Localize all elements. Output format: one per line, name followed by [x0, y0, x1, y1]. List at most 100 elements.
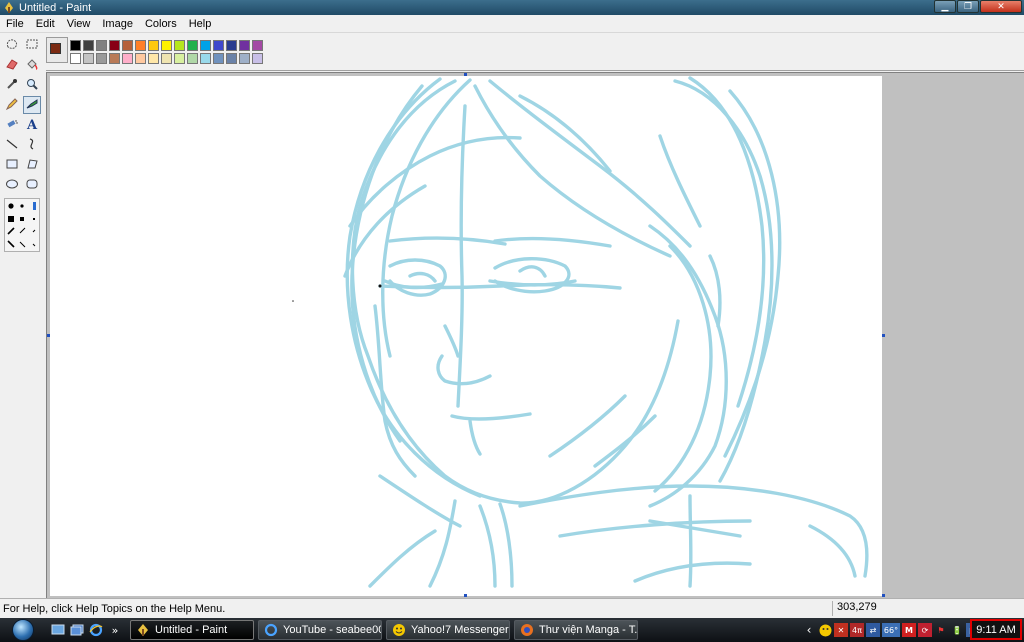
taskbar-youtube[interactable]: YouTube - seabee00... — [258, 620, 382, 640]
palette-swatch[interactable] — [148, 40, 159, 51]
eraser-tool[interactable] — [3, 56, 21, 74]
color-palette — [70, 40, 264, 65]
text-tool[interactable]: A — [23, 116, 41, 134]
messenger-smiley-icon[interactable] — [818, 623, 832, 637]
firefox-icon — [521, 624, 533, 636]
magnifier-tool[interactable] — [23, 76, 41, 94]
pick-color-icon — [5, 77, 19, 94]
brush-icon — [25, 97, 39, 114]
menu-image[interactable]: Image — [96, 18, 139, 30]
palette-swatch[interactable] — [200, 53, 211, 64]
palette-swatch[interactable] — [96, 53, 107, 64]
menu-view[interactable]: View — [61, 18, 97, 30]
palette-swatch[interactable] — [161, 40, 172, 51]
maximize-button[interactable]: ❐ — [957, 0, 979, 13]
fill-tool[interactable] — [23, 56, 41, 74]
polygon-tool[interactable] — [23, 156, 41, 174]
resize-handle[interactable] — [464, 594, 467, 597]
resize-handle[interactable] — [464, 73, 467, 76]
palette-swatch[interactable] — [187, 40, 198, 51]
foreground-color[interactable] — [50, 43, 61, 54]
palette-swatch[interactable] — [70, 53, 81, 64]
palette-swatch[interactable] — [200, 40, 211, 51]
select-icon — [25, 37, 39, 54]
line-tool[interactable] — [3, 136, 21, 154]
palette-swatch[interactable] — [83, 53, 94, 64]
gmail-icon[interactable]: M — [902, 623, 916, 637]
palette-swatch[interactable] — [213, 40, 224, 51]
resize-handle[interactable] — [882, 334, 885, 337]
menu-edit[interactable]: Edit — [30, 18, 61, 30]
flag-icon[interactable]: ⚑ — [934, 623, 948, 637]
palette-swatch[interactable] — [109, 53, 120, 64]
line-icon — [5, 137, 19, 154]
airbrush-tool[interactable] — [3, 116, 21, 134]
sync-icon[interactable]: ⟳ — [918, 623, 932, 637]
palette-swatch[interactable] — [213, 53, 224, 64]
clock[interactable]: 9:11 AM — [970, 619, 1022, 640]
palette-swatch[interactable] — [109, 40, 120, 51]
brush-shape-options[interactable] — [4, 198, 40, 252]
start-button[interactable] — [4, 618, 42, 642]
current-colors[interactable] — [46, 37, 68, 63]
free-form-select-tool[interactable] — [3, 36, 21, 54]
maximize-icon: ❐ — [963, 1, 973, 12]
palette-swatch[interactable] — [187, 53, 198, 64]
eraser-icon — [5, 57, 19, 74]
palette-swatch[interactable] — [252, 53, 263, 64]
palette-swatch[interactable] — [226, 40, 237, 51]
pencil-icon — [5, 97, 19, 114]
taskbar-paint[interactable]: Untitled - Paint — [130, 620, 254, 640]
antivirus-icon[interactable]: ✕ — [834, 623, 848, 637]
minimize-button[interactable]: ▁ — [934, 0, 956, 13]
select-tool[interactable] — [23, 36, 41, 54]
show-desktop-icon[interactable] — [50, 622, 66, 638]
palette-swatch[interactable] — [161, 53, 172, 64]
resize-handle[interactable] — [882, 594, 885, 597]
menu-file[interactable]: File — [0, 18, 30, 30]
palette-swatch[interactable] — [239, 40, 250, 51]
palette-swatch[interactable] — [252, 40, 263, 51]
pick-color-tool[interactable] — [3, 76, 21, 94]
internet-explorer-icon[interactable] — [88, 622, 104, 638]
palette-swatch[interactable] — [174, 40, 185, 51]
power-icon[interactable]: 🔋 — [950, 623, 964, 637]
palette-swatch[interactable] — [135, 53, 146, 64]
palette-swatch[interactable] — [226, 53, 237, 64]
cursor-coordinates: 303,279 — [832, 601, 928, 616]
window-title: Untitled - Paint — [19, 1, 92, 14]
resize-handle[interactable] — [47, 334, 50, 337]
close-button[interactable]: ✕ — [980, 0, 1022, 13]
title-bar[interactable]: Untitled - Paint ▁ ❐ ✕ — [0, 0, 1024, 15]
palette-swatch[interactable] — [239, 53, 250, 64]
weather-icon[interactable]: 66° — [882, 623, 900, 637]
switch-windows-icon[interactable] — [69, 622, 85, 638]
curve-tool[interactable] — [23, 136, 41, 154]
palette-swatch[interactable] — [83, 40, 94, 51]
palette-swatch[interactable] — [148, 53, 159, 64]
free-form-select-icon — [5, 37, 19, 54]
rounded-rectangle-tool[interactable] — [23, 176, 41, 194]
text-icon: A — [26, 117, 38, 133]
palette-swatch[interactable] — [122, 53, 133, 64]
palette-swatch[interactable] — [135, 40, 146, 51]
palette-swatch[interactable] — [122, 40, 133, 51]
menu-help[interactable]: Help — [183, 18, 218, 30]
pencil-tool[interactable] — [3, 96, 21, 114]
tray-expand-icon[interactable]: ‹ — [802, 623, 816, 637]
taskbar-manga[interactable]: Thư viện Manga - T... — [514, 620, 638, 640]
palette-swatch[interactable] — [70, 40, 81, 51]
brush-tool[interactable] — [23, 96, 41, 114]
paint-window: Untitled - Paint ▁ ❐ ✕ File Edit View Im… — [0, 0, 1024, 618]
paint-app-icon — [4, 2, 14, 13]
network-status-icon[interactable]: ⇄ — [866, 623, 880, 637]
antivirus-status-icon[interactable]: 4π — [850, 623, 864, 637]
drawing-canvas[interactable] — [47, 73, 885, 597]
menu-colors[interactable]: Colors — [139, 18, 183, 30]
ellipse-tool[interactable] — [3, 176, 21, 194]
palette-swatch[interactable] — [174, 53, 185, 64]
palette-swatch[interactable] — [96, 40, 107, 51]
taskbar-messenger[interactable]: Yahoo!7 Messenger — [386, 620, 510, 640]
rectangle-tool[interactable] — [3, 156, 21, 174]
quick-launch-overflow-icon[interactable]: » — [107, 622, 123, 638]
